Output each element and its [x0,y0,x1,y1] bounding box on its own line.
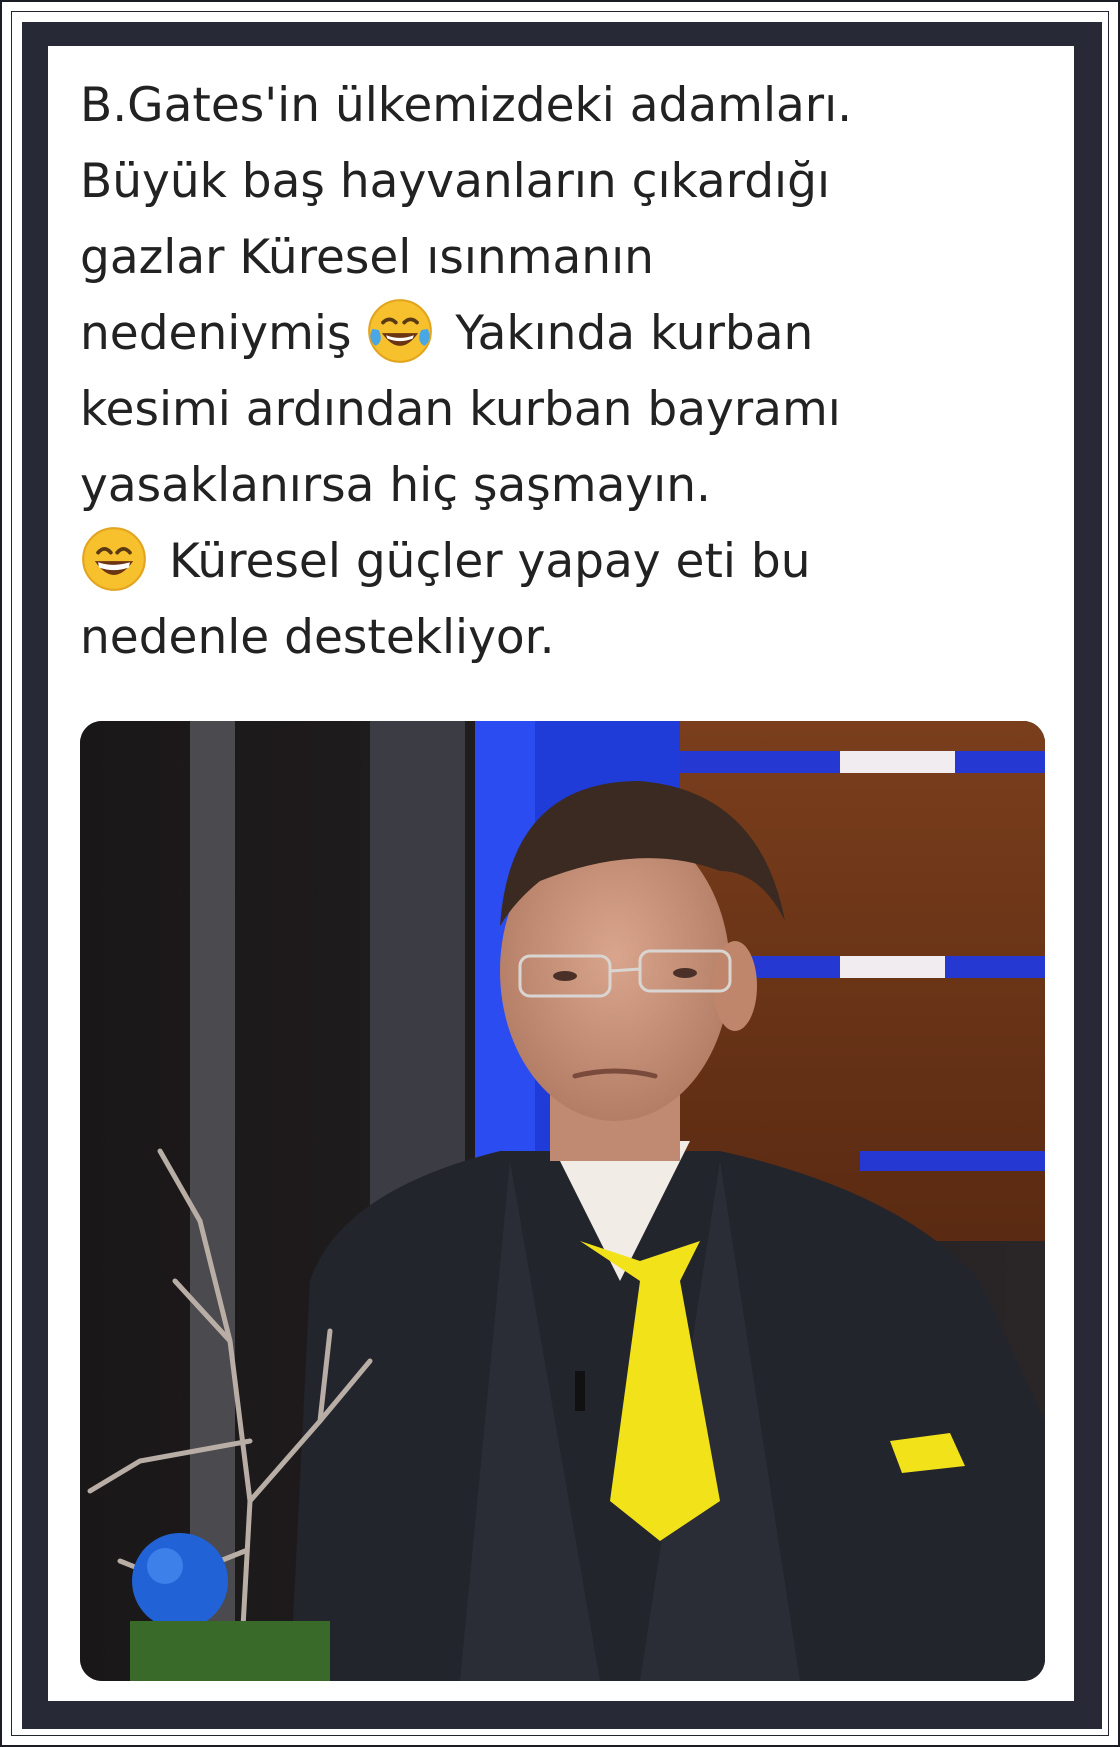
tv-studio-man-in-suit-image [80,721,1045,1681]
grinning-squinting-face-icon [82,527,146,591]
post-line-4a: nedeniymiş [80,306,352,361]
post-line-4b: Yakında kurban [455,306,814,361]
face-with-tears-of-joy-icon [368,299,433,363]
post-line-3: gazlar Küresel ısınmanın [80,230,654,285]
post-text: B.Gates'in ülkemizdeki adamları. Büyük b… [80,68,1040,676]
video-thumbnail[interactable] [80,721,1045,1681]
post-card: B.Gates'in ülkemizdeki adamları. Büyük b… [48,46,1074,1701]
post-line-7: Küresel güçler yapay eti bu [80,524,1040,600]
post-line-4: nedeniymiş Yakında kurban [80,296,1040,372]
post-line-6: yasaklanırsa hiç şaşmayın. [80,458,711,513]
post-line-5: kesimi ardından kurban bayramı [80,382,841,437]
post-line-7-text: Küresel güçler yapay eti bu [168,534,811,589]
post-line-8: nedenle destekliyor. [80,610,555,665]
page-frame: B.Gates'in ülkemizdeki adamları. Büyük b… [0,0,1120,1747]
dark-frame: B.Gates'in ülkemizdeki adamları. Büyük b… [22,22,1102,1729]
post-line-2: Büyük baş hayvanların çıkardığı [80,154,831,209]
post-line-1: B.Gates'in ülkemizdeki adamları. [80,78,853,133]
